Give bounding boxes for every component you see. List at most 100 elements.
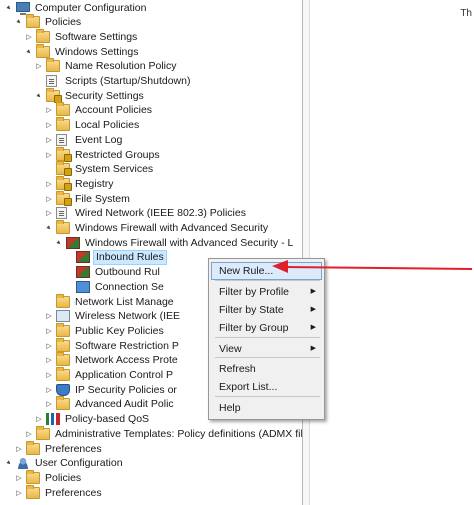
tree-node-label[interactable]: Outbound Rul <box>93 265 162 280</box>
tree-node-label[interactable]: Preferences <box>43 442 104 457</box>
tree-node[interactable]: ▲ User Configuration <box>0 456 302 471</box>
tree-node[interactable]: Scripts (Startup/Shutdown) <box>0 74 302 89</box>
collapse-arrow-icon[interactable]: ▲ <box>41 220 56 235</box>
tree-node-label[interactable]: Network List Manage <box>73 295 176 310</box>
tree-node[interactable]: ▷ Preferences <box>0 484 302 501</box>
submenu-arrow-icon: ▶ <box>310 324 316 331</box>
expand-arrow-icon[interactable]: ▷ <box>24 30 34 44</box>
tree-node-label[interactable]: Inbound Rules <box>93 250 167 266</box>
folder-icon <box>36 425 50 440</box>
folder-icon <box>56 367 70 381</box>
expand-arrow-icon[interactable]: ▷ <box>34 412 44 426</box>
tree-node-label[interactable]: Windows Firewall with Advanced Security … <box>83 236 295 251</box>
expand-arrow-icon[interactable]: ▷ <box>44 383 54 397</box>
tree-node[interactable]: ▷ Registry <box>0 175 302 192</box>
tree-node[interactable]: ▷ Administrative Templates: Policy defini… <box>0 425 302 442</box>
tree-node[interactable]: ▷ Local Policies <box>0 117 302 133</box>
connection-security-icon <box>76 280 90 293</box>
expand-arrow-icon[interactable]: ▷ <box>14 471 24 485</box>
expand-arrow-icon[interactable]: ▷ <box>44 192 54 206</box>
tree-node-label[interactable]: Wired Network (IEEE 802.3) Policies <box>73 206 248 221</box>
collapse-arrow-icon[interactable]: ▲ <box>1 456 16 471</box>
tree-node[interactable]: ▲ Windows Settings <box>0 43 302 60</box>
security-folder-icon <box>56 146 72 162</box>
collapse-arrow-icon[interactable]: ▲ <box>51 235 66 250</box>
tree-node[interactable]: ▷ Event Log <box>0 133 302 148</box>
tree-node[interactable]: ▷ Restricted Groups <box>0 146 302 163</box>
tree-node[interactable]: System Services <box>0 161 302 177</box>
folder-icon <box>26 14 40 29</box>
tree-node[interactable]: ▷ Software Settings <box>0 28 302 45</box>
tree-node-label[interactable]: Preferences <box>43 486 104 501</box>
tree-node-label[interactable]: Public Key Policies <box>73 324 166 339</box>
menu-item-refresh[interactable]: Refresh <box>211 360 322 378</box>
expand-arrow-icon[interactable]: ▷ <box>24 427 34 441</box>
collapse-arrow-icon[interactable]: ▲ <box>21 44 36 59</box>
expand-arrow-icon[interactable]: ▷ <box>44 309 54 323</box>
menu-item-export-list[interactable]: Export List... <box>211 378 322 396</box>
tree-node[interactable]: ▲ Computer Configuration <box>0 1 302 16</box>
tree-node-label[interactable]: System Services <box>73 162 155 177</box>
tree-node[interactable]: ▷ Name Resolution Policy <box>0 58 302 74</box>
tree-node-label[interactable]: Account Policies <box>73 103 154 118</box>
menu-item-filter-by-profile[interactable]: Filter by Profile ▶ <box>211 283 322 301</box>
tree-node[interactable]: ▲ Policies <box>0 14 302 30</box>
tree-node[interactable]: ▷ File System <box>0 190 302 207</box>
tree-node-label[interactable]: Computer Configuration <box>33 1 148 16</box>
tree-node-label[interactable]: File System <box>73 192 132 207</box>
expand-arrow-icon[interactable]: ▷ <box>44 339 54 353</box>
expand-arrow-icon[interactable]: ▷ <box>44 397 54 411</box>
user-icon <box>16 457 30 470</box>
menu-item-filter-by-group[interactable]: Filter by Group ▶ <box>211 319 322 337</box>
expand-arrow-icon[interactable]: ▷ <box>14 442 24 456</box>
tree-node[interactable]: ▷ Preferences <box>0 440 302 457</box>
tree-node-label[interactable]: Policy-based QoS <box>63 412 151 427</box>
tree-node-label[interactable]: Event Log <box>73 133 124 148</box>
tree-node[interactable]: ▷ Account Policies <box>0 102 302 118</box>
tree-node-label[interactable]: Software Settings <box>53 30 139 45</box>
tree-node-label[interactable]: Network Access Prote <box>73 353 180 368</box>
expand-arrow-icon[interactable]: ▷ <box>44 177 54 191</box>
tree-node-label[interactable]: Connection Se <box>93 280 166 295</box>
expand-arrow-icon[interactable]: ▷ <box>44 148 54 162</box>
tree-node-label[interactable]: Security Settings <box>63 89 146 104</box>
tree-node-label[interactable]: Advanced Audit Polic <box>73 397 176 412</box>
pane-splitter[interactable] <box>302 0 310 505</box>
tree-node-label[interactable]: Application Control P <box>73 368 175 383</box>
menu-item-help[interactable]: Help <box>211 399 322 417</box>
tree-node-label[interactable]: Registry <box>73 177 116 192</box>
tree-node-label[interactable]: Windows Settings <box>53 45 140 60</box>
tree-node-label[interactable]: User Configuration <box>33 456 125 471</box>
expand-arrow-icon[interactable]: ▷ <box>44 353 54 367</box>
tree-node-label[interactable]: Wireless Network (IEE <box>73 309 182 324</box>
tree-node-label[interactable]: Name Resolution Policy <box>63 59 178 74</box>
tree-node[interactable]: ▲ Windows Firewall with Advanced Security <box>0 220 302 236</box>
tree-node[interactable]: ▲ Windows Firewall with Advanced Security… <box>0 236 302 251</box>
tree-node-label[interactable]: IP Security Policies or <box>73 383 179 398</box>
menu-item-filter-by-state[interactable]: Filter by State ▶ <box>211 301 322 319</box>
tree-node-label[interactable]: Policies <box>43 15 83 30</box>
tree-node-label[interactable]: Restricted Groups <box>73 148 162 163</box>
collapse-arrow-icon[interactable]: ▲ <box>1 0 16 15</box>
tree-node-label[interactable]: Scripts (Startup/Shutdown) <box>63 74 192 89</box>
collapse-arrow-icon[interactable]: ▲ <box>31 88 46 103</box>
tree-node-label[interactable]: Policies <box>43 471 83 486</box>
expand-arrow-icon[interactable]: ▷ <box>34 59 44 73</box>
expand-arrow-icon[interactable]: ▷ <box>44 133 54 147</box>
tree-node-label[interactable]: Software Restriction P <box>73 339 181 354</box>
tree-node-label[interactable]: Local Policies <box>73 118 141 133</box>
collapse-arrow-icon[interactable]: ▲ <box>11 15 26 30</box>
expand-arrow-icon[interactable]: ▷ <box>44 206 54 220</box>
tree-node[interactable]: ▷ Policies <box>0 469 302 486</box>
tree-node-label[interactable]: Administrative Templates: Policy definit… <box>53 427 302 442</box>
expand-arrow-icon[interactable]: ▷ <box>44 324 54 338</box>
tree-node[interactable]: ▲ Security Settings <box>0 87 302 104</box>
tree-node[interactable]: ▷ Wired Network (IEEE 802.3) Policies <box>0 206 302 221</box>
tree-node-label[interactable]: Windows Firewall with Advanced Security <box>73 221 270 236</box>
menu-item-label: Filter by State <box>219 304 284 316</box>
menu-item-view[interactable]: View ▶ <box>211 340 322 358</box>
expand-arrow-icon[interactable]: ▷ <box>14 486 24 500</box>
expand-arrow-icon[interactable]: ▷ <box>44 118 54 132</box>
expand-arrow-icon[interactable]: ▷ <box>44 368 54 382</box>
expand-arrow-icon[interactable]: ▷ <box>44 103 54 117</box>
